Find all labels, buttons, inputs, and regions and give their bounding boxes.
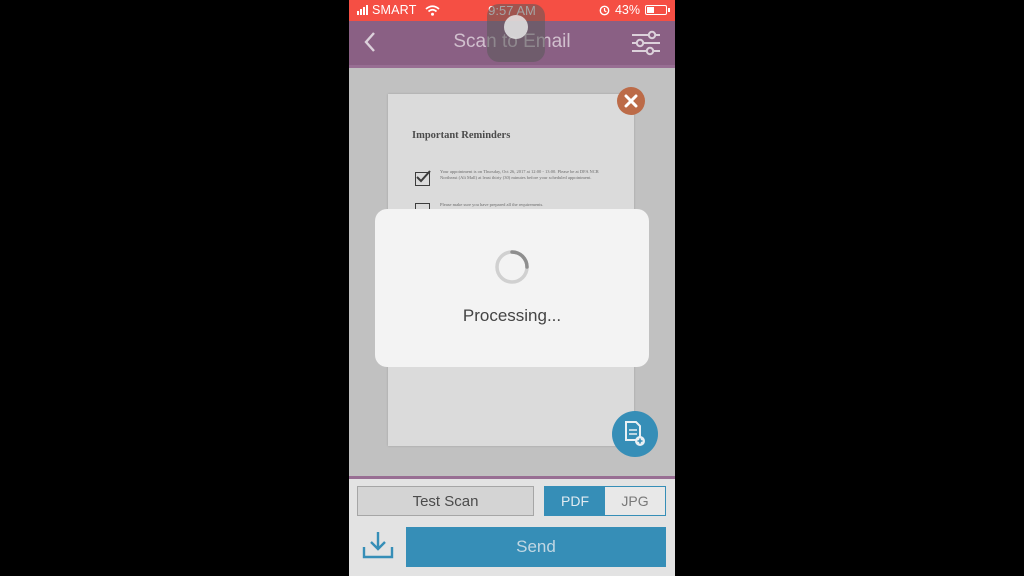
send-button[interactable]: Send — [406, 527, 666, 567]
document-title: Important Reminders — [412, 130, 511, 141]
format-pdf-button[interactable]: PDF — [545, 487, 605, 515]
save-icon[interactable] — [361, 529, 395, 561]
format-jpg-button[interactable]: JPG — [605, 487, 665, 515]
filter-icon[interactable] — [631, 30, 661, 56]
bottom-bar: Test Scan PDF JPG Send — [349, 476, 675, 576]
document-checkbox — [415, 170, 431, 186]
spinner-icon — [495, 250, 529, 284]
close-icon — [624, 94, 638, 108]
filename-field[interactable]: Test Scan — [357, 486, 534, 516]
alarm-icon — [599, 5, 610, 15]
battery-icon — [645, 5, 670, 15]
add-page-button[interactable] — [612, 411, 658, 457]
add-page-icon — [625, 421, 645, 446]
document-paragraph: Please make sure you have prepared all t… — [440, 202, 544, 207]
format-selector: PDF JPG — [544, 486, 666, 516]
battery-percent: 43% — [614, 3, 640, 17]
processing-dialog: Processing... — [375, 209, 649, 367]
assistive-touch-button[interactable] — [487, 4, 545, 62]
processing-text: Processing... — [462, 306, 562, 325]
document-paragraph: Your appointment is on Thursday, Oct 26,… — [440, 169, 599, 180]
close-button[interactable] — [617, 87, 645, 115]
